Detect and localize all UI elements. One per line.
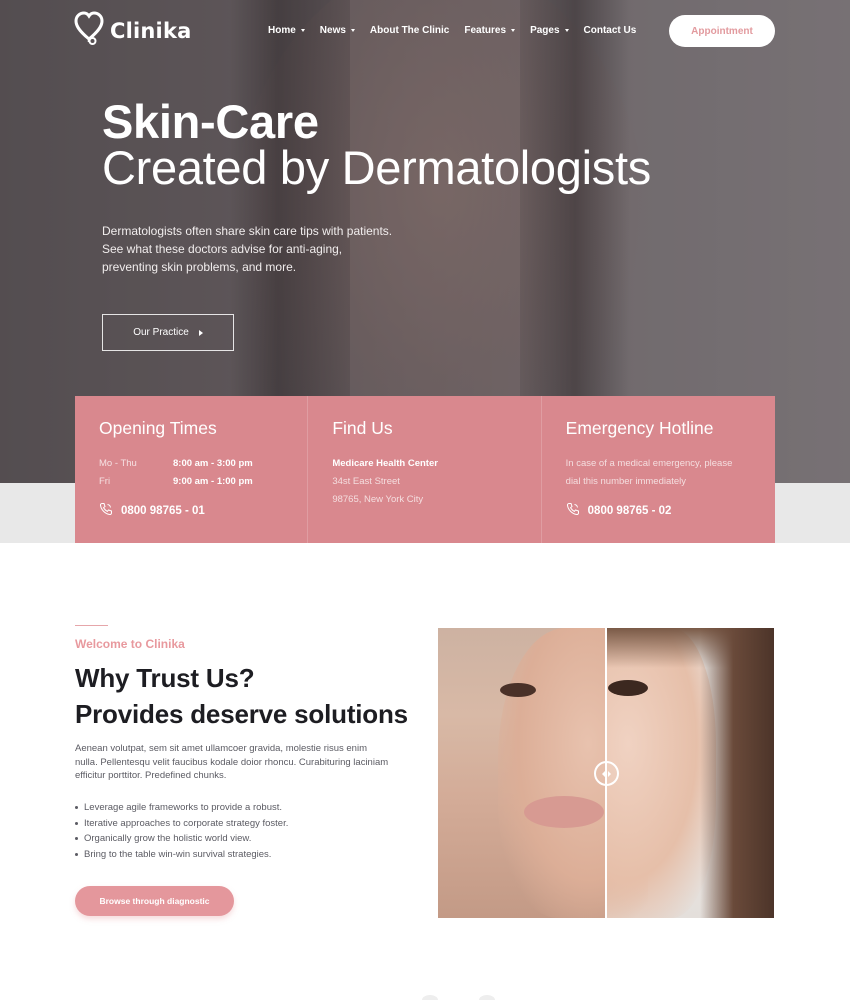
section-heading: Why Trust Us? Provides deserve solutions: [75, 660, 408, 732]
arrow-right-icon: [608, 770, 611, 777]
bullet-icon: [75, 837, 78, 841]
opening-day: Mo - Thu: [99, 458, 137, 469]
emergency-text-line: dial this number immediately: [565, 476, 687, 487]
about-paragraph: Aenean volutpat, sem sit amet ullamcoer …: [75, 742, 415, 783]
nav-item-pages[interactable]: Pages: [530, 25, 569, 36]
opening-times-box: Opening Times Mo - Thu 8:00 am - 3:00 pm…: [75, 396, 309, 543]
bullet-icon: [75, 806, 78, 810]
heading-line1: Why Trust Us?: [75, 663, 255, 693]
list-item: Organically grow the holistic world view…: [75, 831, 288, 847]
hero-description-line: Dermatologists often share skin care tip…: [102, 224, 393, 238]
opening-day: Fri: [99, 476, 111, 487]
find-us-title: Find Us: [332, 418, 393, 438]
nav-label: News: [319, 25, 346, 36]
find-us-box: Find Us Medicare Health Center 34st East…: [308, 396, 542, 543]
opening-time: 9:00 am - 1:00 pm: [173, 476, 253, 487]
nav-item-home[interactable]: Home: [268, 25, 305, 36]
opening-row: Fri 9:00 am - 1:00 pm: [99, 473, 307, 491]
about-text-line: efficitur porttitor. Predefined chunks.: [75, 770, 227, 781]
logo-link[interactable]: Clinika: [74, 11, 192, 50]
partial-element: [422, 995, 438, 1000]
bullet-icon: [75, 852, 78, 856]
brand-name: Clinika: [110, 18, 192, 43]
list-item: Iterative approaches to corporate strate…: [75, 816, 288, 832]
lips: [524, 796, 604, 828]
after-eye: [608, 680, 648, 696]
caret-down-icon: [300, 29, 305, 32]
clinic-street: 34st East Street: [332, 476, 400, 487]
partial-element: [479, 995, 495, 1000]
caret-down-icon: [350, 29, 355, 32]
clinic-name: Medicare Health Center: [332, 458, 438, 469]
our-practice-label: Our Practice: [133, 327, 189, 338]
list-item-text: Iterative approaches to corporate strate…: [84, 817, 289, 829]
about-text-line: Aenean volutpat, sem sit amet ullamcoer …: [75, 743, 367, 754]
list-item: Bring to the table win-win survival stra…: [75, 847, 288, 863]
phone-link-02[interactable]: 0800 98765 - 02: [566, 502, 672, 519]
opening-times-title: Opening Times: [99, 418, 217, 438]
heart-stethoscope-icon: [74, 11, 104, 50]
after-hair: [700, 628, 774, 918]
caret-down-icon: [564, 29, 569, 32]
arrow-left-icon: [602, 770, 605, 777]
list-item-text: Bring to the table win-win survival stra…: [84, 848, 272, 860]
info-panel: Opening Times Mo - Thu 8:00 am - 3:00 pm…: [75, 396, 775, 543]
nav-label: Home: [268, 25, 296, 36]
caret-down-icon: [511, 29, 516, 32]
list-item-text: Leverage agile frameworks to provide a r…: [84, 802, 283, 813]
phone-icon: [566, 502, 580, 519]
kicker-accent-line: [75, 625, 108, 626]
hero-description-line: preventing skin problems, and more.: [102, 260, 297, 274]
browse-diagnostic-button[interactable]: Browse through diagnostic: [75, 886, 234, 916]
list-item-text: Organically grow the holistic world view…: [84, 833, 252, 844]
hero-description-line: See what these doctors advise for anti-a…: [102, 242, 343, 256]
nav-label: Contact Us: [583, 25, 637, 36]
nav-item-about[interactable]: About The Clinic: [370, 25, 449, 36]
nav-item-features[interactable]: Features: [464, 25, 516, 36]
about-text-line: nulla. Pellentesqu velit faucibus kodale…: [75, 756, 389, 768]
clinic-city: 98765, New York City: [332, 494, 424, 505]
appointment-button[interactable]: Appointment: [669, 15, 775, 47]
nav-label: Pages: [530, 25, 560, 36]
before-after-slider[interactable]: [438, 628, 774, 918]
section-kicker: Welcome to Clinika: [75, 637, 185, 651]
nav-label: Features: [464, 25, 507, 36]
nav-label: About The Clinic: [369, 25, 450, 36]
emergency-title: Emergency Hotline: [565, 418, 714, 438]
phone-icon: [99, 502, 113, 519]
phone-link-01[interactable]: 0800 98765 - 01: [99, 502, 205, 519]
nav-item-contact[interactable]: Contact Us: [584, 25, 637, 36]
bullet-icon: [75, 821, 78, 825]
heading-line2: Provides deserve solutions: [75, 699, 408, 729]
before-eye: [500, 683, 536, 697]
hero-description: Dermatologists often share skin care tip…: [102, 222, 402, 276]
main-nav: Home News About The Clinic Features Page…: [268, 25, 636, 36]
phone-number: 0800 98765 - 01: [121, 504, 205, 517]
our-practice-button[interactable]: Our Practice: [102, 314, 234, 351]
emergency-text-line: In case of a medical emergency, please: [565, 458, 733, 469]
slider-handle-icon[interactable]: [594, 761, 619, 786]
feature-list: Leverage agile frameworks to provide a r…: [75, 800, 288, 862]
caret-right-icon: [198, 329, 203, 336]
list-item: Leverage agile frameworks to provide a r…: [75, 800, 288, 816]
nav-item-news[interactable]: News: [320, 25, 355, 36]
opening-time: 8:00 am - 3:00 pm: [173, 458, 253, 469]
hero-title-line2: Created by Dermatologists: [102, 141, 651, 194]
opening-row: Mo - Thu 8:00 am - 3:00 pm: [99, 455, 307, 473]
emergency-box: Emergency Hotline In case of a medical e…: [542, 396, 775, 543]
phone-number: 0800 98765 - 02: [587, 504, 672, 517]
